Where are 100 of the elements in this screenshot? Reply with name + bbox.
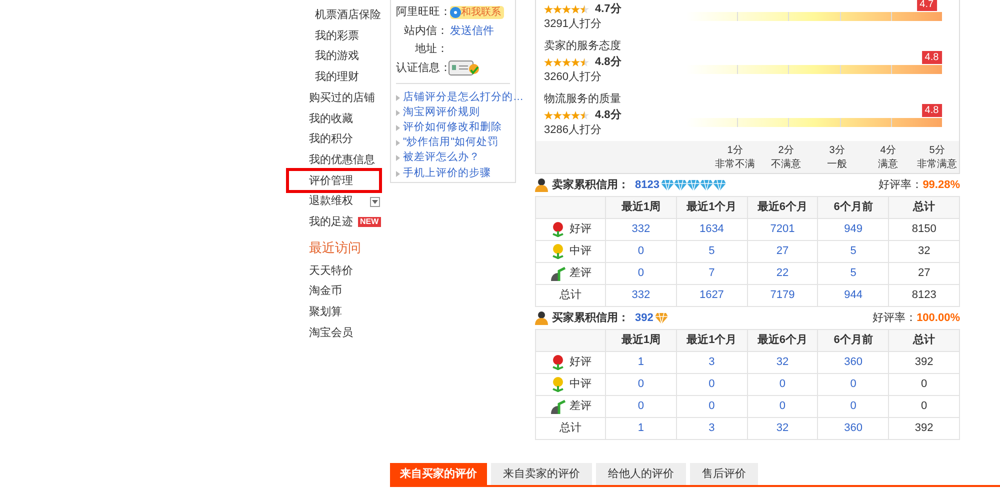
table-cell: 0 — [888, 374, 960, 396]
scale-score: 3分 — [828, 144, 846, 158]
sidebar-link[interactable]: 我的理财 — [315, 69, 359, 86]
rate-label: 好评率： — [872, 310, 917, 326]
rate-label: 好评率： — [878, 178, 923, 193]
column-header: 总计 — [888, 330, 960, 352]
person-icon — [535, 311, 548, 325]
message-link[interactable]: 发送信件 — [450, 22, 494, 39]
star-icon — [571, 4, 580, 14]
star-icon — [580, 4, 589, 14]
row-label: 中评 — [570, 377, 592, 392]
table-cell: 360 — [818, 418, 889, 440]
sidebar-link[interactable]: 聚划算 — [309, 304, 342, 321]
dropdown-icon[interactable] — [370, 196, 380, 207]
star-icon — [562, 58, 571, 66]
caret-icon — [372, 200, 378, 204]
column-header: 最近6个月 — [747, 330, 818, 352]
sidebar-link[interactable]: 我的收藏 — [309, 110, 353, 128]
bullet-icon — [396, 110, 400, 116]
table-cell: 0 — [747, 374, 818, 396]
sidebar-link[interactable]: 我的足迹 — [309, 214, 353, 230]
table-cell: 27 — [747, 240, 818, 262]
sidebar-link[interactable]: 天天特价 — [309, 262, 353, 280]
help-link[interactable]: "炒作信用"如何处罚 — [403, 135, 498, 152]
row-label: 差评 — [570, 399, 592, 414]
table-cell: 5 — [818, 240, 889, 262]
sidebar-link[interactable]: 淘宝会员 — [309, 324, 353, 342]
sidebar-link[interactable]: 购买过的店铺 — [309, 90, 375, 106]
scale-score: 2分 — [777, 144, 795, 158]
table-cell: 8123 — [888, 284, 960, 306]
column-header: 最近6个月 — [747, 196, 818, 218]
star-icon — [553, 4, 562, 14]
sidebar-link[interactable]: 机票酒店保险 — [315, 7, 381, 24]
table-cell: 1627 — [676, 284, 748, 306]
field-label: 站内信： — [403, 24, 448, 38]
star-icon — [544, 4, 553, 14]
rating-title: 卖家的服务态度 — [544, 38, 621, 54]
flower-icon — [550, 222, 566, 238]
certificate-icon — [448, 58, 480, 77]
sidebar-link[interactable]: 我的优惠信息 — [309, 152, 375, 168]
help-link[interactable]: 手机上评价的步骤 — [403, 166, 491, 182]
field-label: 阿里旺旺： — [396, 5, 448, 20]
row-label: 中评 — [570, 244, 592, 260]
star-icon — [580, 58, 589, 66]
column-header: 总计 — [888, 196, 960, 218]
rating-count: 3286人打分 — [544, 123, 602, 138]
table-cell: 7 — [676, 262, 748, 284]
field-label: 地址： — [414, 42, 448, 57]
row-label: 好评 — [570, 355, 592, 370]
credit-score[interactable]: 392 — [635, 310, 654, 326]
help-link[interactable]: 评价如何修改和删除 — [403, 120, 502, 136]
scale-label: 满意 — [878, 158, 898, 172]
bullet-icon — [396, 170, 400, 177]
sidebar-link[interactable]: 我的游戏 — [315, 48, 359, 65]
row-label: 总计 — [560, 421, 582, 436]
section-title: 最近访问 — [308, 238, 362, 257]
column-header: 最近1个月 — [676, 330, 748, 352]
table-cell: 32 — [888, 240, 960, 262]
person-icon — [535, 178, 548, 192]
rating-title: 物流服务的质量 — [544, 92, 621, 107]
rate-value: 100.00% — [916, 310, 960, 326]
star-icon — [562, 110, 571, 120]
chat-icon — [450, 6, 461, 18]
rate-value: 99.28% — [922, 178, 960, 193]
flower-icon — [550, 354, 566, 370]
help-link[interactable]: 淘宝网评价规则 — [403, 104, 480, 121]
new-badge: NEW — [358, 217, 381, 228]
star-icon — [571, 58, 580, 66]
sidebar-link[interactable]: 淘金币 — [309, 283, 342, 300]
sidebar-link[interactable]: 我的彩票 — [315, 28, 359, 44]
star-icon — [580, 110, 589, 120]
scale-score: 4分 — [879, 144, 897, 158]
sidebar-link[interactable]: 退款维权 — [309, 193, 353, 210]
table-cell: 0 — [606, 374, 676, 396]
table-cell: 332 — [606, 218, 676, 240]
table-cell: 32 — [747, 352, 818, 374]
score-text: 4.8分 — [595, 108, 622, 123]
table-cell: 0 — [606, 396, 676, 418]
score-marker: 4.8 — [922, 51, 942, 64]
star-icon — [571, 110, 580, 120]
tab[interactable]: 来自卖家的评价 — [491, 463, 592, 485]
score-text: 4.8分 — [595, 54, 622, 70]
scale-label: 非常不满 — [715, 158, 755, 172]
table-cell: 27 — [888, 262, 960, 284]
sidebar-link[interactable]: 我的积分 — [309, 131, 353, 148]
rating-count: 3291人打分 — [544, 17, 602, 32]
table-cell: 7179 — [747, 284, 818, 306]
table-cell: 0 — [676, 396, 748, 418]
sidebar-link[interactable]: 评价管理 — [286, 168, 382, 194]
help-link[interactable]: 被差评怎么办？ — [403, 150, 480, 166]
column-header: 6个月前 — [818, 196, 889, 218]
credit-score[interactable]: 8123 — [635, 176, 660, 194]
table-cell: 1634 — [676, 218, 748, 240]
help-link[interactable]: 店铺评分是怎么打分的… — [403, 90, 524, 106]
tab[interactable]: 给他人的评价 — [596, 463, 686, 485]
table-cell: 0 — [606, 262, 676, 284]
scale-score: 5分 — [928, 144, 946, 158]
tab[interactable]: 售后评价 — [690, 463, 758, 485]
star-icon — [544, 58, 553, 66]
bullet-icon — [396, 155, 400, 162]
